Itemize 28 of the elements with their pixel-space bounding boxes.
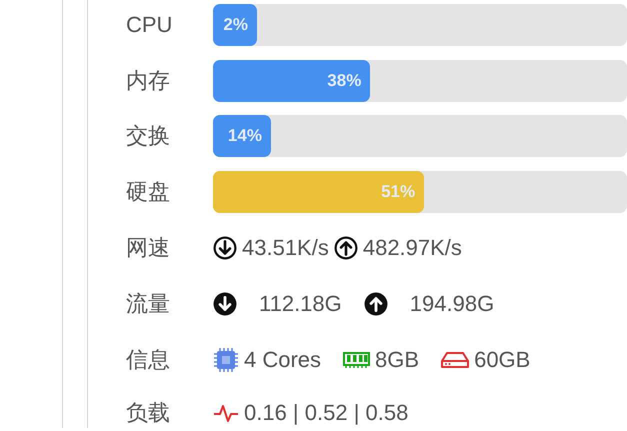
- metric-label: 流量: [126, 290, 171, 318]
- download-icon: [213, 292, 237, 316]
- metric-label: 网速: [126, 234, 171, 262]
- metric-label: 硬盘: [126, 178, 171, 206]
- cpu-cores: 4 Cores: [244, 346, 322, 373]
- upload-speed: 482.97K/s: [362, 235, 462, 262]
- hard-drive-icon: [441, 350, 470, 369]
- download-total: 112.18G: [259, 290, 342, 317]
- percent-label: 14%: [228, 126, 262, 146]
- disk-size: 60GB: [474, 346, 530, 373]
- metric-label: 内存: [126, 66, 171, 95]
- load-average: 0.16 | 0.52 | 0.58: [244, 400, 408, 426]
- upload-icon: [334, 236, 358, 260]
- percent-label: 2%: [223, 14, 248, 35]
- upload-total: 194.98G: [410, 290, 494, 317]
- upload-icon: [364, 292, 388, 316]
- metric-label: CPU: [126, 12, 174, 38]
- memory-icon: [343, 350, 370, 369]
- download-icon: [213, 236, 237, 260]
- memory-size: 8GB: [375, 346, 420, 373]
- pulse-icon: [213, 402, 239, 423]
- percent-label: 51%: [381, 182, 416, 202]
- metric-label: 负载: [126, 398, 171, 427]
- chip-icon: [213, 346, 239, 373]
- metric-label: 信息: [126, 346, 171, 374]
- metric-label: 交换: [126, 122, 171, 150]
- percent-label: 38%: [327, 70, 362, 91]
- download-speed: 43.51K/s: [242, 235, 329, 262]
